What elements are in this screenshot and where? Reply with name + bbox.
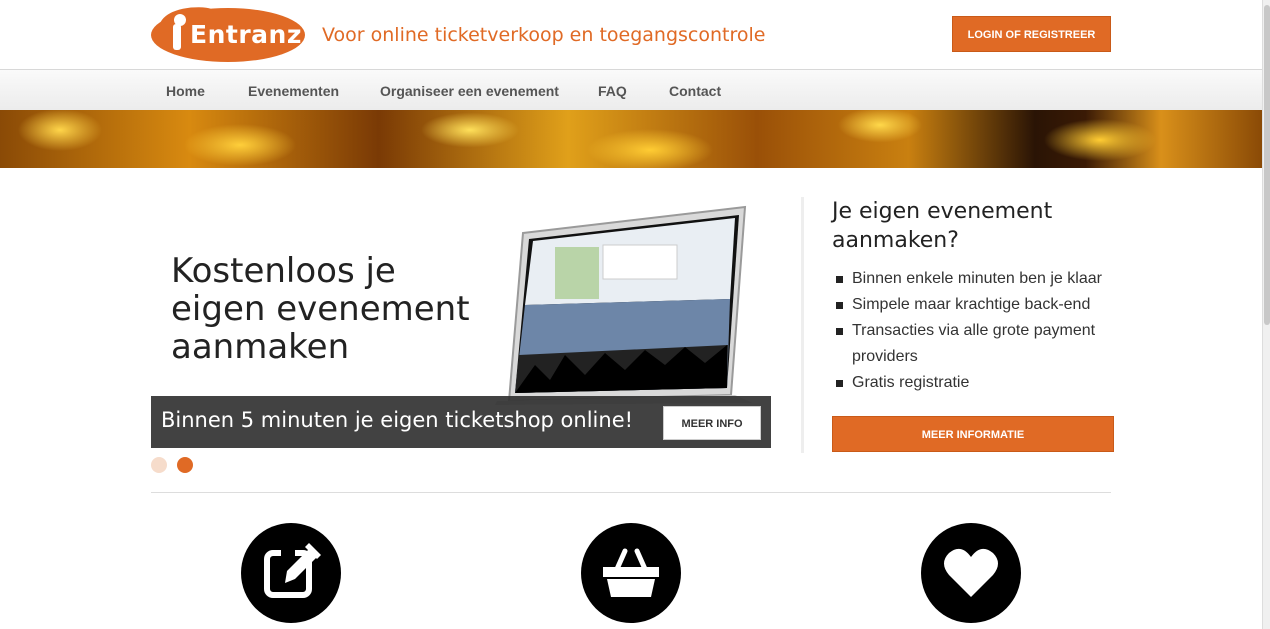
- side-panel: Je eigen evenement aanmaken? Binnen enke…: [801, 197, 1114, 453]
- scrollbar-thumb[interactable]: [1264, 5, 1270, 325]
- login-register-button[interactable]: LOGIN OF REGISTREER: [952, 16, 1111, 52]
- edit-icon: [241, 523, 341, 623]
- nav-item-evenementen[interactable]: Evenementen: [248, 83, 339, 99]
- heart-icon: [921, 523, 1021, 623]
- slide-caption-bar: Binnen 5 minuten je eigen ticketshop onl…: [151, 396, 771, 448]
- nav-item-organiseer[interactable]: Organiseer een evenement: [380, 83, 559, 99]
- slide-caption: Binnen 5 minuten je eigen ticketshop onl…: [161, 408, 634, 432]
- meer-informatie-button[interactable]: MEER INFORMATIE: [832, 416, 1114, 452]
- list-item: Gratis registratie: [834, 370, 1114, 396]
- page-scrollbar[interactable]: [1262, 0, 1270, 629]
- slide-title: Kostenloos je eigen evenement aanmaken: [171, 251, 470, 367]
- tagline: Voor online ticketverkoop en toegangscon…: [322, 24, 766, 46]
- meer-info-button[interactable]: MEER INFO: [663, 406, 761, 440]
- site-header: Entranz Voor online ticketverkoop en toe…: [0, 0, 1262, 69]
- slider-dot-2-active[interactable]: [177, 457, 193, 473]
- list-item: Simpele maar krachtige back-end: [834, 292, 1114, 318]
- laptop-image: [495, 205, 753, 405]
- slider-dot-1[interactable]: [151, 457, 167, 473]
- section-divider: [151, 492, 1111, 493]
- list-item: Binnen enkele minuten ben je klaar: [834, 266, 1114, 292]
- main-nav: Home Evenementen Organiseer een evenemen…: [0, 69, 1262, 110]
- logo-text: Entranz: [190, 20, 302, 49]
- nav-item-faq[interactable]: FAQ: [598, 83, 627, 99]
- basket-icon: [581, 523, 681, 623]
- nav-item-contact[interactable]: Contact: [669, 83, 721, 99]
- list-item: Transacties via alle grote payment provi…: [834, 318, 1114, 370]
- side-panel-title: Je eigen evenement aanmaken?: [832, 199, 1053, 253]
- nav-item-home[interactable]: Home: [166, 83, 205, 99]
- feature-list: Binnen enkele minuten ben je klaar Simpe…: [834, 266, 1114, 396]
- crowd-banner: [0, 110, 1262, 168]
